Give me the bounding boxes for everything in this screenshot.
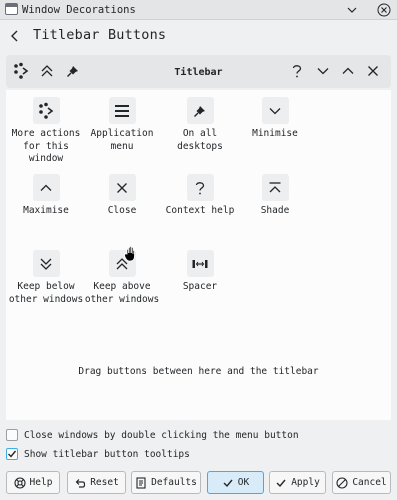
app-window-icon bbox=[5, 3, 18, 15]
back-button[interactable] bbox=[6, 27, 24, 45]
drag-hint-text: Drag buttons between here and the titleb… bbox=[78, 366, 319, 377]
palette-item-label: Shade bbox=[260, 205, 290, 216]
ok-button-label: OK bbox=[237, 477, 250, 488]
palette-item-label: Keep above other windows bbox=[84, 281, 160, 305]
palette-item-close[interactable]: Close bbox=[82, 174, 162, 218]
defaults-button-label: Defaults bbox=[151, 477, 197, 488]
pin-icon bbox=[67, 66, 78, 77]
palette-item-spacer[interactable]: Spacer bbox=[160, 250, 240, 294]
spacer-icon bbox=[192, 259, 208, 268]
window-minimize-button[interactable] bbox=[344, 2, 360, 18]
show-tooltips-option[interactable]: Show titlebar button tooltips bbox=[6, 446, 190, 462]
close-double-click-checkbox[interactable] bbox=[6, 429, 18, 441]
close-double-click-label: Close windows by double clicking the men… bbox=[24, 429, 299, 441]
palette-item-minimise[interactable]: Minimise bbox=[235, 97, 315, 141]
cancel-icon bbox=[336, 476, 348, 489]
preview-minimise-button[interactable] bbox=[313, 61, 333, 81]
apply-button[interactable]: Apply bbox=[269, 471, 326, 494]
window-close-button[interactable] bbox=[376, 2, 392, 18]
preview-maximise-button[interactable] bbox=[338, 61, 358, 81]
palette-item-label: Minimise bbox=[252, 128, 298, 139]
palette-item-more-actions[interactable]: More actions for this window bbox=[6, 97, 86, 166]
page-title: Titlebar Buttons bbox=[33, 27, 167, 43]
palette-item-on-all-desktops[interactable]: On all desktops bbox=[160, 97, 240, 153]
question-icon bbox=[292, 65, 302, 78]
palette-item-label: Context help bbox=[165, 205, 235, 216]
palette-item-label: Keep below other windows bbox=[8, 281, 84, 305]
chevron-up-icon bbox=[342, 67, 354, 74]
pin-icon bbox=[194, 105, 205, 117]
show-tooltips-label: Show titlebar button tooltips bbox=[24, 448, 190, 460]
palette-item-application-menu[interactable]: Application menu bbox=[82, 97, 162, 153]
palette-item-keep-below[interactable]: Keep below other windows bbox=[6, 250, 86, 306]
cancel-button-label: Cancel bbox=[352, 477, 387, 488]
reset-button-label: Reset bbox=[90, 477, 119, 488]
help-button[interactable]: Help bbox=[6, 471, 60, 494]
preview-context-help-button[interactable] bbox=[287, 61, 307, 81]
close-icon bbox=[117, 182, 127, 193]
double-chevron-up-icon bbox=[41, 65, 53, 77]
chevron-down-icon bbox=[347, 7, 357, 13]
more-actions-icon bbox=[14, 62, 29, 79]
chevron-left-icon bbox=[11, 30, 18, 42]
preview-more-actions-button[interactable] bbox=[11, 61, 31, 81]
cancel-button[interactable]: Cancel bbox=[332, 471, 391, 494]
defaults-button[interactable]: Defaults bbox=[131, 471, 201, 494]
apply-button-label: Apply bbox=[291, 477, 320, 488]
palette-item-label: More actions for this window bbox=[11, 128, 81, 164]
window-title: Window Decorations bbox=[22, 4, 136, 16]
preview-close-button[interactable] bbox=[363, 61, 383, 81]
chevron-down-icon bbox=[269, 107, 281, 114]
help-button-label: Help bbox=[29, 477, 53, 488]
palette-item-keep-above[interactable]: Keep above other windows bbox=[82, 250, 162, 306]
undo-icon bbox=[75, 478, 86, 488]
palette-item-label: On all desktops bbox=[177, 128, 223, 152]
reset-button[interactable]: Reset bbox=[67, 471, 126, 494]
palette-item-shade[interactable]: Shade bbox=[235, 174, 315, 218]
checkmark-icon bbox=[8, 450, 17, 458]
document-defaults-icon bbox=[136, 476, 146, 489]
close-double-click-option[interactable]: Close windows by double clicking the men… bbox=[6, 427, 299, 443]
palette-item-maximise[interactable]: Maximise bbox=[6, 174, 86, 218]
help-icon bbox=[13, 476, 26, 489]
close-icon bbox=[368, 66, 378, 76]
close-circle-icon bbox=[377, 3, 391, 17]
preview-on-all-desktops-button[interactable] bbox=[63, 61, 83, 81]
palette-item-label: Maximise bbox=[23, 205, 69, 216]
show-tooltips-checkbox[interactable] bbox=[6, 448, 18, 460]
chevron-up-icon bbox=[40, 184, 52, 191]
shade-icon bbox=[269, 181, 281, 192]
palette-item-context-help[interactable]: Context help bbox=[160, 174, 240, 218]
palette-item-label: Spacer bbox=[182, 281, 218, 292]
palette-item-label: Application menu bbox=[90, 128, 154, 152]
double-chevron-down-icon bbox=[40, 258, 52, 270]
palette-item-label: Close bbox=[107, 205, 137, 216]
checkmark-icon bbox=[223, 479, 233, 487]
more-actions-icon bbox=[39, 102, 54, 119]
hamburger-menu-icon bbox=[115, 104, 129, 117]
grab-cursor-icon bbox=[124, 245, 140, 263]
preview-keep-above-button[interactable] bbox=[37, 61, 57, 81]
checkmark-icon bbox=[276, 479, 286, 487]
ok-button[interactable]: OK bbox=[207, 471, 264, 494]
question-icon bbox=[195, 181, 205, 194]
chevron-down-icon bbox=[317, 68, 329, 75]
